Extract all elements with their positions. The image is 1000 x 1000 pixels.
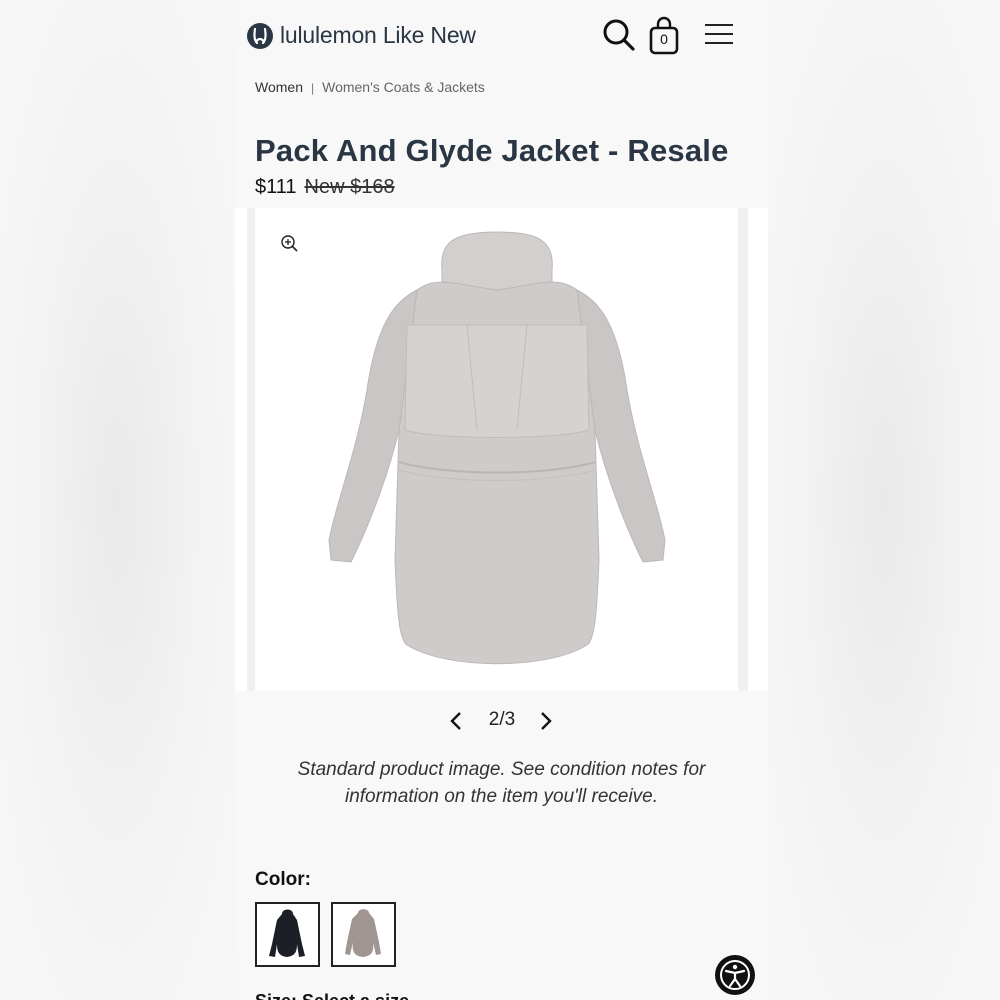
color-label: Color: (255, 869, 311, 890)
background-left-blur (0, 0, 235, 1000)
original-price: New $168 (304, 176, 395, 198)
breadcrumb-women[interactable]: Women (255, 82, 303, 95)
current-price: $111 (255, 176, 297, 198)
image-disclaimer: Standard product image. See condition no… (297, 759, 706, 807)
color-swatch-grey[interactable] (331, 902, 396, 967)
carousel-counter: 2/3 (488, 709, 516, 730)
hamburger-menu-icon[interactable] (705, 24, 733, 46)
carousel-pager: 2/3 (235, 706, 768, 736)
lululemon-logo-icon[interactable] (247, 23, 273, 49)
color-swatch-black[interactable] (255, 902, 320, 967)
bag-count: 0 (660, 31, 668, 47)
zoom-in-icon[interactable] (280, 234, 300, 254)
previous-slide-peek (235, 208, 247, 691)
next-slide-peek (748, 208, 768, 691)
search-icon[interactable] (602, 18, 636, 52)
size-label[interactable]: Size: Select a size (255, 991, 409, 1000)
jacket-illustration (328, 231, 666, 665)
shopping-bag-icon[interactable]: 0 (648, 16, 680, 56)
brand-name[interactable]: lululemon Like New (280, 22, 476, 49)
chevron-right-icon[interactable] (535, 710, 555, 732)
chevron-left-icon[interactable] (447, 710, 467, 732)
site-header: lululemon Like New 0 (235, 0, 768, 72)
price-row: $111 New $168 (255, 176, 395, 199)
mobile-page: lululemon Like New 0 Women | Women's Coats… (235, 0, 768, 1000)
breadcrumb: Women | Women's Coats & Jackets (255, 82, 485, 98)
product-image[interactable] (255, 208, 738, 691)
product-image-carousel[interactable] (235, 208, 768, 691)
accessibility-icon[interactable] (715, 955, 755, 995)
background-right-blur (768, 0, 1000, 1000)
breadcrumb-coats-jackets[interactable]: Women's Coats & Jackets (322, 82, 485, 95)
product-title: Pack And Glyde Jacket - Resale (255, 133, 729, 168)
breadcrumb-separator: | (310, 82, 315, 95)
